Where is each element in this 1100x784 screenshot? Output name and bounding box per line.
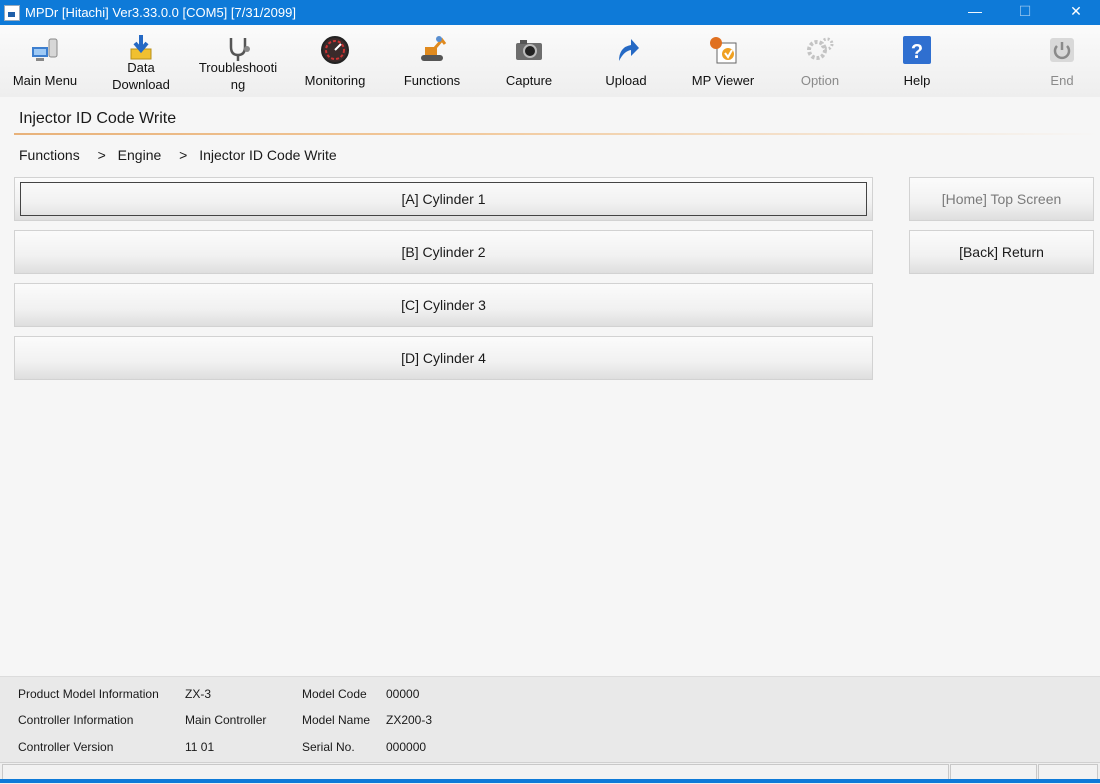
cylinder-2-button[interactable]: [B] Cylinder 2 xyxy=(14,230,873,274)
mp-viewer-label: MP Viewer xyxy=(691,73,755,88)
svg-text:?: ? xyxy=(911,41,923,63)
product-model-value: ZX-3 xyxy=(185,687,212,701)
power-icon xyxy=(1050,38,1074,62)
main-menu-button[interactable]: Main Menu xyxy=(0,25,93,97)
cylinder-3-button[interactable]: [C] Cylinder 3 xyxy=(14,283,873,327)
cylinder-4-button[interactable]: [D] Cylinder 4 xyxy=(14,336,873,380)
close-button[interactable]: ✕ xyxy=(1061,3,1091,20)
maximize-button[interactable]: ☐ xyxy=(1010,3,1040,20)
option-button[interactable]: Option xyxy=(772,25,868,97)
title-bar: MPDr [Hitachi] Ver3.33.0.0 [COM5] [7/31/… xyxy=(0,0,1100,25)
main-menu-icon xyxy=(32,38,58,61)
toolbar: Main Menu Data Download Troubleshooti ng… xyxy=(0,25,1100,97)
serial-value: 000000 xyxy=(386,740,427,754)
back-label: [Back] Return xyxy=(959,244,1044,260)
cylinder-4-label: [D] Cylinder 4 xyxy=(401,350,486,366)
controller-info-label: Controller Information xyxy=(18,713,134,727)
mp-viewer-icon xyxy=(710,37,737,64)
help-icon: ? xyxy=(903,36,931,64)
functions-button[interactable]: Functions xyxy=(384,25,480,97)
app-icon xyxy=(4,5,20,21)
troubleshooting-button[interactable]: Troubleshooti ng xyxy=(190,25,286,97)
help-button[interactable]: ? Help xyxy=(869,25,965,97)
controller-info-value: Main Controller xyxy=(185,713,267,727)
option-label: Option xyxy=(800,73,840,88)
info-panel: Product Model Information ZX-3 Controlle… xyxy=(0,676,1100,765)
data-download-label-2: Download xyxy=(112,77,170,92)
breadcrumb-engine: Engine xyxy=(117,147,162,163)
minimize-button[interactable]: — xyxy=(960,3,990,19)
controller-version-value: 11 01 xyxy=(185,740,215,754)
model-name-label: Model Name xyxy=(302,713,371,727)
help-label: Help xyxy=(903,73,931,88)
breadcrumb: Functions > Engine > Injector ID Code Wr… xyxy=(19,147,337,163)
end-label: End xyxy=(1050,73,1074,88)
troubleshooting-label-2: ng xyxy=(230,77,246,92)
product-model-label: Product Model Information xyxy=(18,687,159,701)
home-label: [Home] Top Screen xyxy=(941,191,1062,207)
breadcrumb-current: Injector ID Code Write xyxy=(199,147,337,163)
upload-arrow-icon xyxy=(619,39,639,61)
window-bottom-border xyxy=(0,779,1100,783)
functions-label: Functions xyxy=(403,73,461,88)
main-menu-label: Main Menu xyxy=(12,73,78,88)
gear-icon xyxy=(807,37,834,60)
serial-label: Serial No. xyxy=(302,740,355,754)
cylinder-1-button[interactable]: [A] Cylinder 1 xyxy=(14,177,873,221)
upload-button[interactable]: Upload xyxy=(578,25,674,97)
camera-icon xyxy=(516,40,542,60)
monitoring-label: Monitoring xyxy=(304,73,366,88)
home-top-screen-button[interactable]: [Home] Top Screen xyxy=(909,177,1094,221)
gauge-icon xyxy=(321,36,349,64)
title-divider xyxy=(14,133,1100,135)
upload-label: Upload xyxy=(605,73,647,88)
download-icon xyxy=(130,35,152,60)
data-download-label-1: Data xyxy=(127,60,155,75)
model-code-label: Model Code xyxy=(302,687,367,701)
breadcrumb-separator: > xyxy=(179,147,188,163)
data-download-button[interactable]: Data Download xyxy=(93,25,189,97)
breadcrumb-functions: Functions xyxy=(19,147,80,163)
mp-viewer-button[interactable]: MP Viewer xyxy=(675,25,771,97)
capture-label: Capture xyxy=(505,73,553,88)
cylinder-3-label: [C] Cylinder 3 xyxy=(401,297,486,313)
monitoring-button[interactable]: Monitoring xyxy=(287,25,383,97)
end-button[interactable]: End xyxy=(1014,25,1100,97)
focus-rectangle xyxy=(20,182,867,216)
back-return-button[interactable]: [Back] Return xyxy=(909,230,1094,274)
troubleshooting-label-1: Troubleshooti xyxy=(198,60,278,75)
breadcrumb-separator: > xyxy=(97,147,106,163)
window-title: MPDr [Hitachi] Ver3.33.0.0 [COM5] [7/31/… xyxy=(25,5,296,20)
controller-version-label: Controller Version xyxy=(18,740,114,754)
capture-button[interactable]: Capture xyxy=(481,25,577,97)
excavator-icon xyxy=(421,36,447,61)
cylinder-2-label: [B] Cylinder 2 xyxy=(401,244,486,260)
model-code-value: 00000 xyxy=(386,687,420,701)
page-title: Injector ID Code Write xyxy=(19,110,177,127)
model-name-value: ZX200-3 xyxy=(386,713,433,727)
